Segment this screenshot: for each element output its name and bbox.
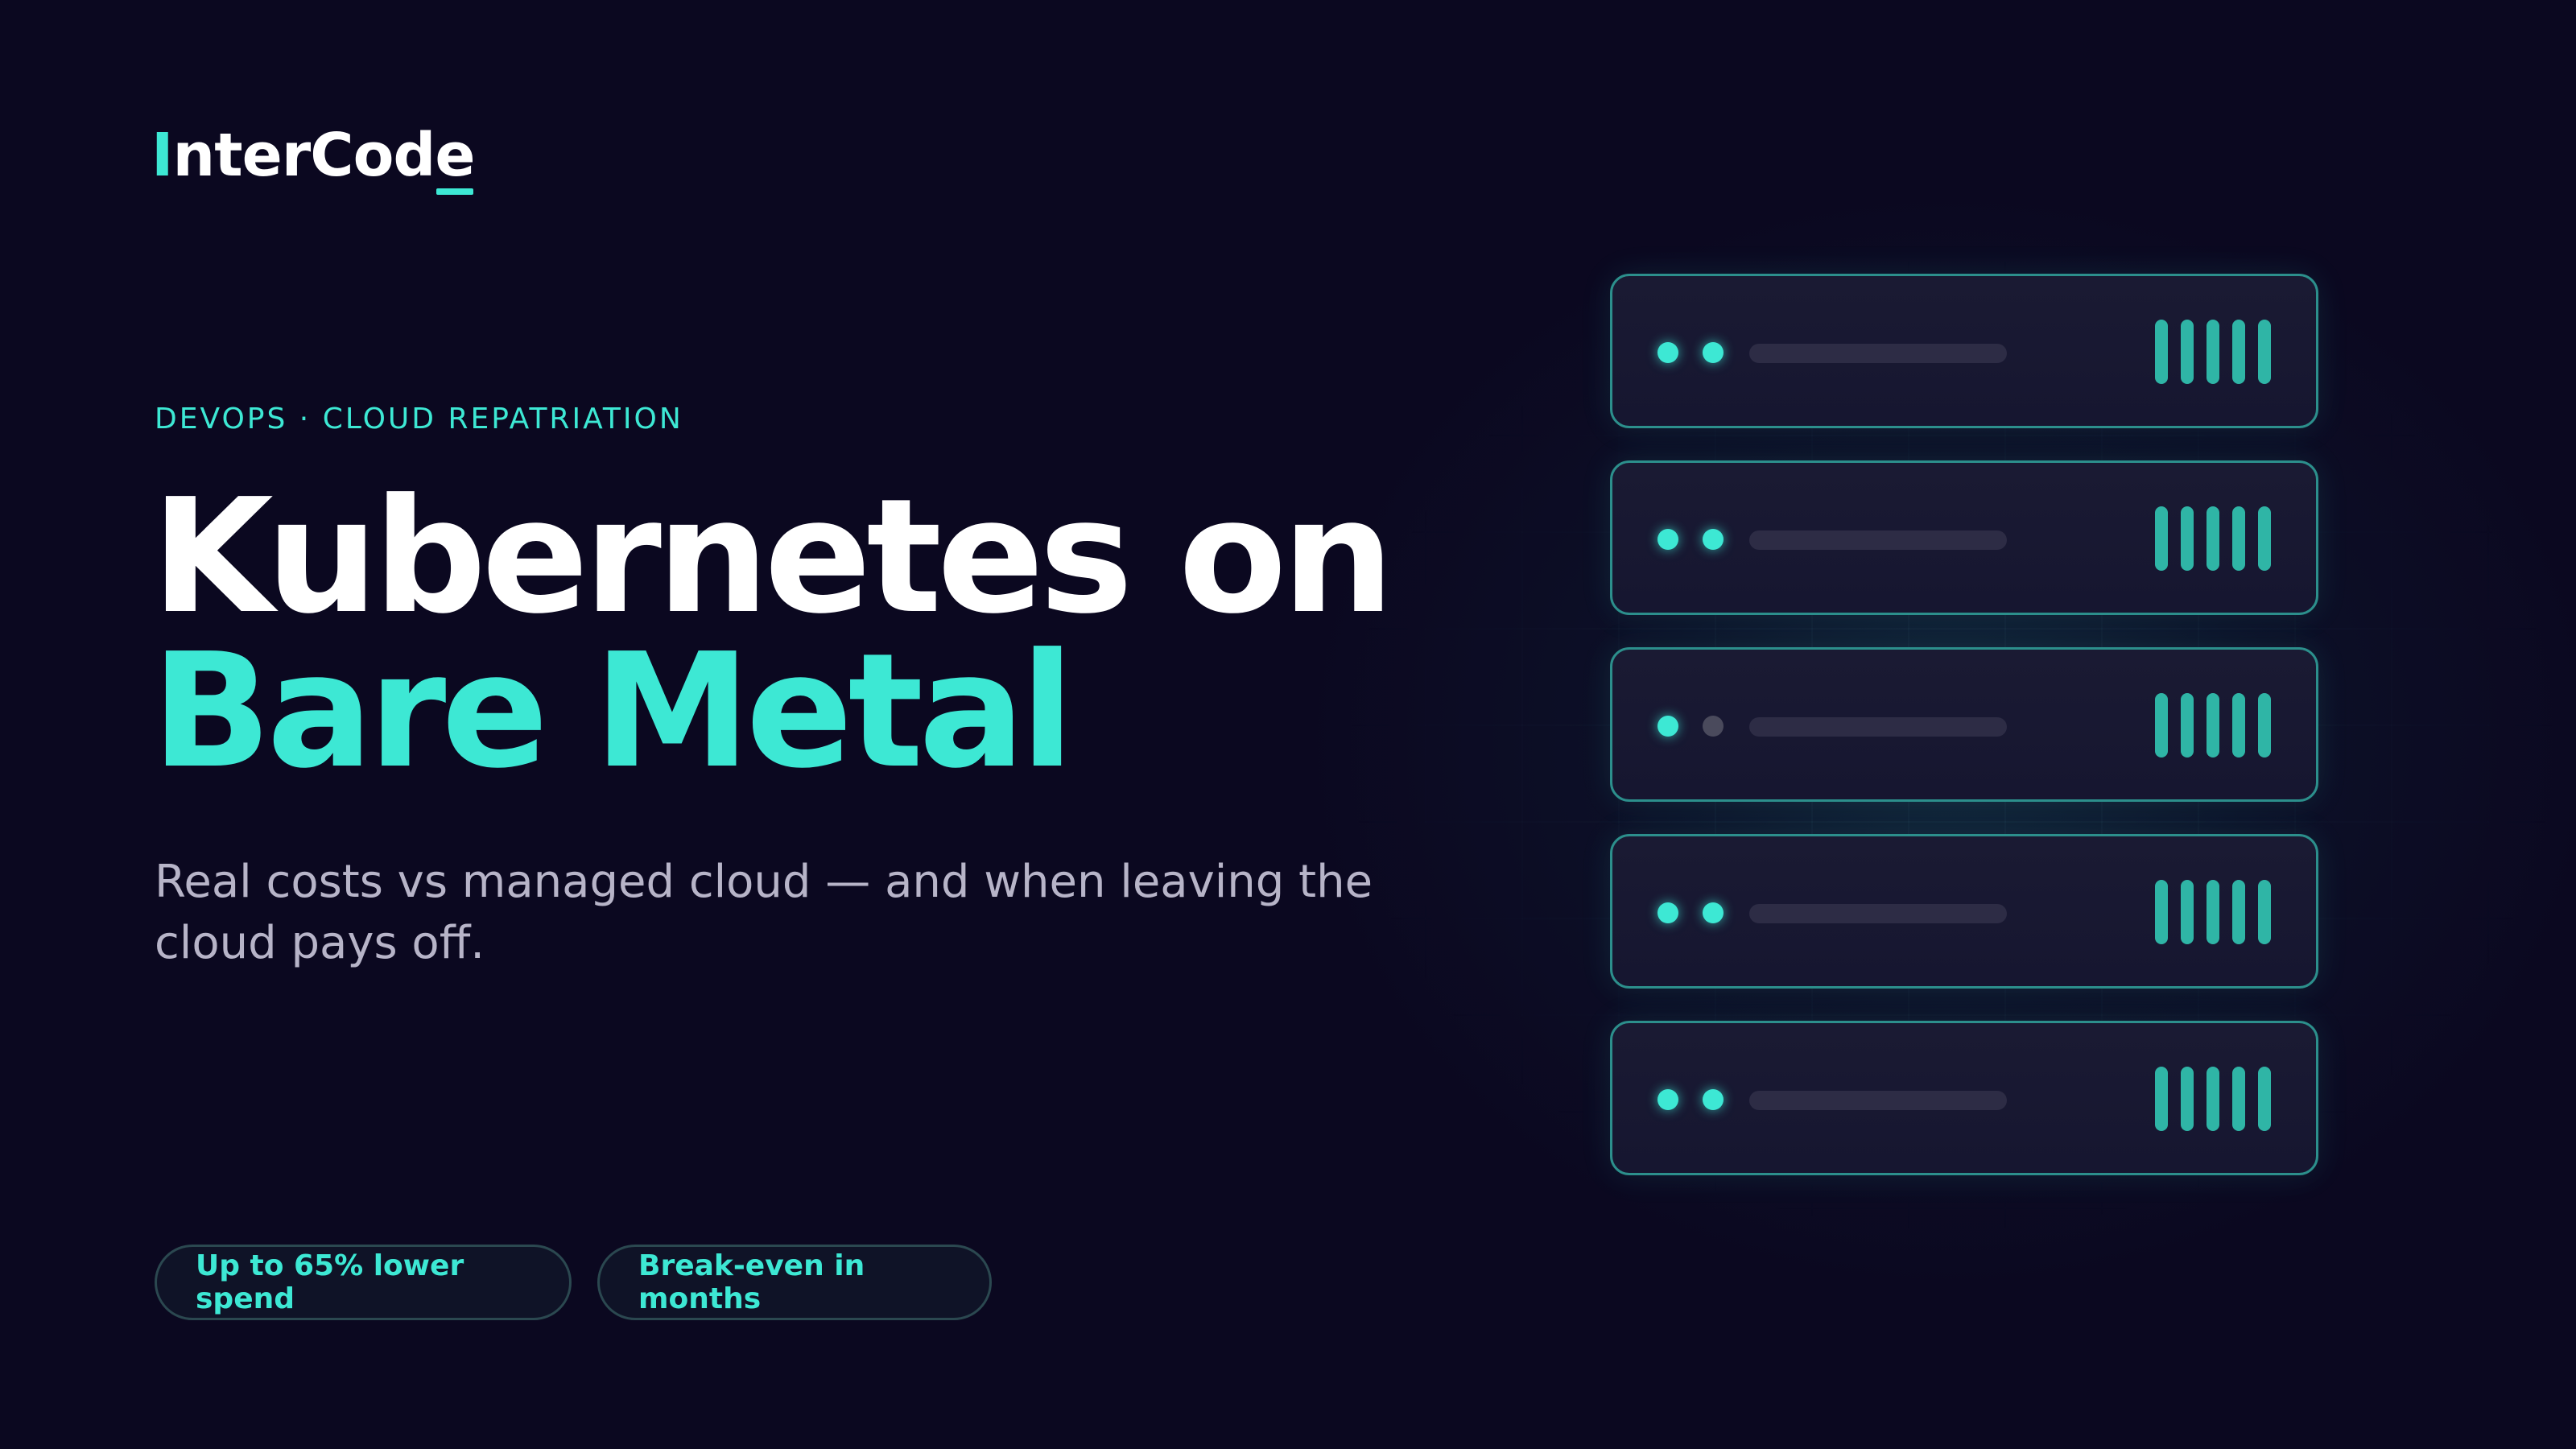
status-led-icon (1657, 716, 1678, 737)
vent-slot-icon (2232, 880, 2245, 944)
vent-slot-icon (2207, 320, 2219, 384)
eyebrow-category: DEVOPS · CLOUD REPATRIATION (155, 402, 683, 436)
hero-title-line1: Kubernetes on (151, 465, 1394, 649)
vent-slot-icon (2232, 693, 2245, 758)
status-led-icon (1657, 342, 1678, 363)
server-unit (1610, 274, 2318, 428)
hero-title: Kubernetes on Bare Metal (151, 465, 1394, 803)
vent-slot-icon (2207, 693, 2219, 758)
server-unit (1610, 647, 2318, 802)
status-led-icon (1657, 529, 1678, 550)
status-led-icon (1657, 1089, 1678, 1110)
vent-slot-icon (2232, 506, 2245, 571)
vent-slot-icon (2207, 880, 2219, 944)
vent-slot-icon (2258, 506, 2271, 571)
status-led-icon (1703, 342, 1724, 363)
vent-slot-icon (2258, 693, 2271, 758)
vent-slot-icon (2207, 506, 2219, 571)
status-led-off-icon (1703, 716, 1724, 737)
drive-bay (1749, 1091, 2007, 1110)
vent-slot-icon (2181, 320, 2194, 384)
vent-slot-icon (2155, 880, 2168, 944)
vent-slot-icon (2155, 693, 2168, 758)
status-led-icon (1703, 529, 1724, 550)
hero-title-line2: Bare Metal (151, 620, 1075, 803)
status-led-icon (1703, 902, 1724, 923)
status-led-icon (1703, 1089, 1724, 1110)
vent-slot-icon (2181, 506, 2194, 571)
hero-subtitle: Real costs vs managed cloud — and when l… (155, 856, 1373, 969)
logo: InterCode (151, 121, 476, 195)
drive-bay (1749, 904, 2007, 923)
status-led-icon (1657, 902, 1678, 923)
pill-break-even: Break-even in months (597, 1245, 992, 1320)
vent-slot-icon (2155, 506, 2168, 571)
drive-bay (1749, 530, 2007, 550)
vent-slot-icon (2232, 320, 2245, 384)
server-unit (1610, 834, 2318, 989)
drive-bay (1749, 344, 2007, 363)
vent-slot-icon (2181, 693, 2194, 758)
vent-slot-icon (2181, 880, 2194, 944)
vent-slot-icon (2155, 320, 2168, 384)
vent-slot-icon (2155, 1067, 2168, 1131)
vent-slot-icon (2207, 1067, 2219, 1131)
vent-slot-icon (2181, 1067, 2194, 1131)
vent-slot-icon (2258, 880, 2271, 944)
drive-bay (1749, 717, 2007, 737)
vent-slot-icon (2232, 1067, 2245, 1131)
logo-letter-i: I (151, 121, 174, 190)
logo-letter-e: e (435, 121, 476, 195)
vent-slot-icon (2258, 320, 2271, 384)
server-unit (1610, 1021, 2318, 1175)
pill-lower-spend: Up to 65% lower spend (155, 1245, 572, 1320)
logo-text: nterCod (172, 121, 436, 190)
server-unit (1610, 460, 2318, 615)
vent-slot-icon (2258, 1067, 2271, 1131)
